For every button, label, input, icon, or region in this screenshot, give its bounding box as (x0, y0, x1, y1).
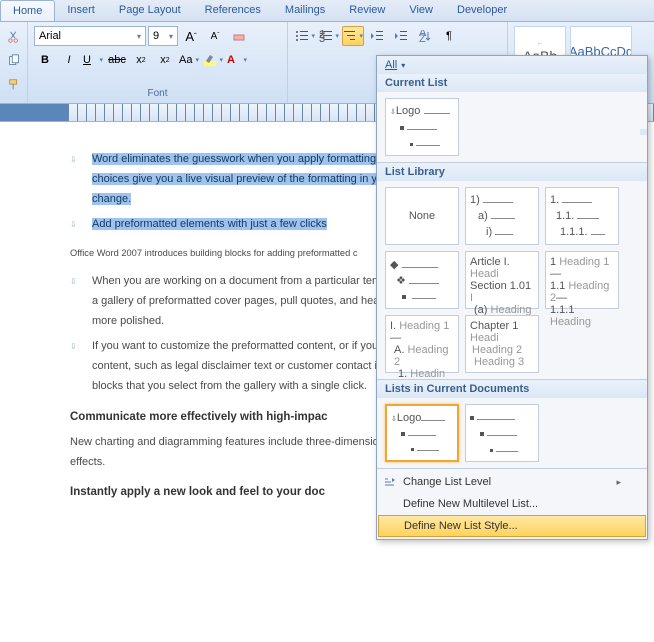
section-list-library: List Library (377, 163, 647, 181)
clipboard-group (0, 22, 28, 103)
list-tile[interactable]: ◆ ❖ (385, 251, 459, 309)
list-tile[interactable]: I. Heading 1—A. Heading 21. Headin (385, 315, 459, 373)
body-text: If you want to customize the preformatte… (92, 337, 407, 396)
list-tile[interactable]: Article I. HeadiSection 1.01 I(a) Headin… (465, 251, 539, 309)
show-marks-button[interactable]: ¶ (438, 26, 460, 46)
grow-font-button[interactable]: Aˆ (180, 26, 202, 46)
font-color-button[interactable]: A▾ (226, 50, 248, 70)
highlight-button[interactable]: ▾ (202, 50, 224, 70)
bullet-icon: ⇩ (70, 275, 78, 331)
underline-button[interactable]: U▾ (82, 50, 104, 70)
shrink-font-button[interactable]: Aˇ (204, 26, 226, 46)
list-tile[interactable]: 1. 1.1. 1.1.1. (545, 187, 619, 245)
strike-button[interactable]: abc (106, 50, 128, 70)
svg-text:Z: Z (419, 33, 426, 42)
menu-define-list-style[interactable]: Define New List Style... (378, 515, 646, 537)
ribbon-tabs: Home Insert Page Layout References Maili… (0, 0, 654, 22)
sort-button[interactable]: AZ (414, 26, 436, 46)
tab-view[interactable]: View (397, 0, 445, 21)
decrease-indent-button[interactable] (366, 26, 388, 46)
list-tile-none[interactable]: None (385, 187, 459, 245)
multilevel-list-dropdown: All ▾ Current List ⇩Logo List Library No… (376, 55, 648, 540)
menu-define-multilevel[interactable]: Define New Multilevel List... (377, 493, 647, 515)
list-tile-doc-selected[interactable]: ⇩Logo (385, 404, 459, 462)
list-tile-current[interactable]: ⇩Logo (385, 98, 459, 156)
superscript-button[interactable]: x2 (154, 50, 176, 70)
bullet-icon: ⇩ (70, 340, 78, 396)
italic-button[interactable]: I (58, 50, 80, 70)
bullets-button[interactable]: ▾ (294, 26, 316, 46)
tab-developer[interactable]: Developer (445, 0, 519, 21)
bold-button[interactable]: B (34, 50, 56, 70)
tab-page-layout[interactable]: Page Layout (107, 0, 193, 21)
bullet-icon: ⇩ (70, 218, 78, 235)
body-text: Add preformatted elements with just a fe… (92, 215, 327, 235)
tab-review[interactable]: Review (337, 0, 397, 21)
tab-home[interactable]: Home (0, 0, 55, 21)
font-size-select[interactable]: 9▾ (148, 26, 178, 46)
svg-text:3: 3 (319, 33, 325, 42)
tab-insert[interactable]: Insert (55, 0, 107, 21)
tab-mailings[interactable]: Mailings (273, 0, 337, 21)
font-group-label: Font (34, 88, 281, 99)
clear-format-button[interactable] (228, 26, 250, 46)
dropdown-menu: Change List Level▸ Define New Multilevel… (377, 469, 647, 539)
menu-change-list-level[interactable]: Change List Level▸ (377, 471, 647, 493)
list-tile[interactable]: 1 Heading 1—1.1 Heading 2—1.1.1 Heading (545, 251, 619, 309)
change-case-button[interactable]: Aa▾ (178, 50, 200, 70)
tab-references[interactable]: References (193, 0, 273, 21)
list-tile-doc[interactable] (465, 404, 539, 462)
section-lists-in-docs: Lists in Current Documents (377, 380, 647, 398)
format-painter-icon[interactable] (7, 78, 21, 95)
scroll-up-icon[interactable] (640, 129, 647, 135)
body-text: Word eliminates the guesswork when you a… (92, 150, 408, 209)
dropdown-filter[interactable]: All ▾ (377, 56, 647, 74)
font-name-select[interactable]: Arial▾ (34, 26, 146, 46)
numbering-button[interactable]: 123▾ (318, 26, 340, 46)
list-tile[interactable]: Chapter 1 HeadiHeading 2Heading 3 (465, 315, 539, 373)
section-current-list: Current List (377, 74, 647, 92)
list-tile[interactable]: 1) a) i) (465, 187, 539, 245)
subscript-button[interactable]: x2 (130, 50, 152, 70)
increase-indent-button[interactable] (390, 26, 412, 46)
bullet-icon: ⇩ (70, 153, 78, 209)
multilevel-list-button[interactable]: ▾ (342, 26, 364, 46)
body-text: When you are working on a document from … (92, 272, 410, 331)
copy-icon[interactable] (7, 54, 21, 71)
font-group: Arial▾ 9▾ Aˆ Aˇ B I U▾ abc x2 x2 Aa▾ ▾ A… (28, 22, 288, 103)
cut-icon[interactable] (7, 30, 21, 47)
